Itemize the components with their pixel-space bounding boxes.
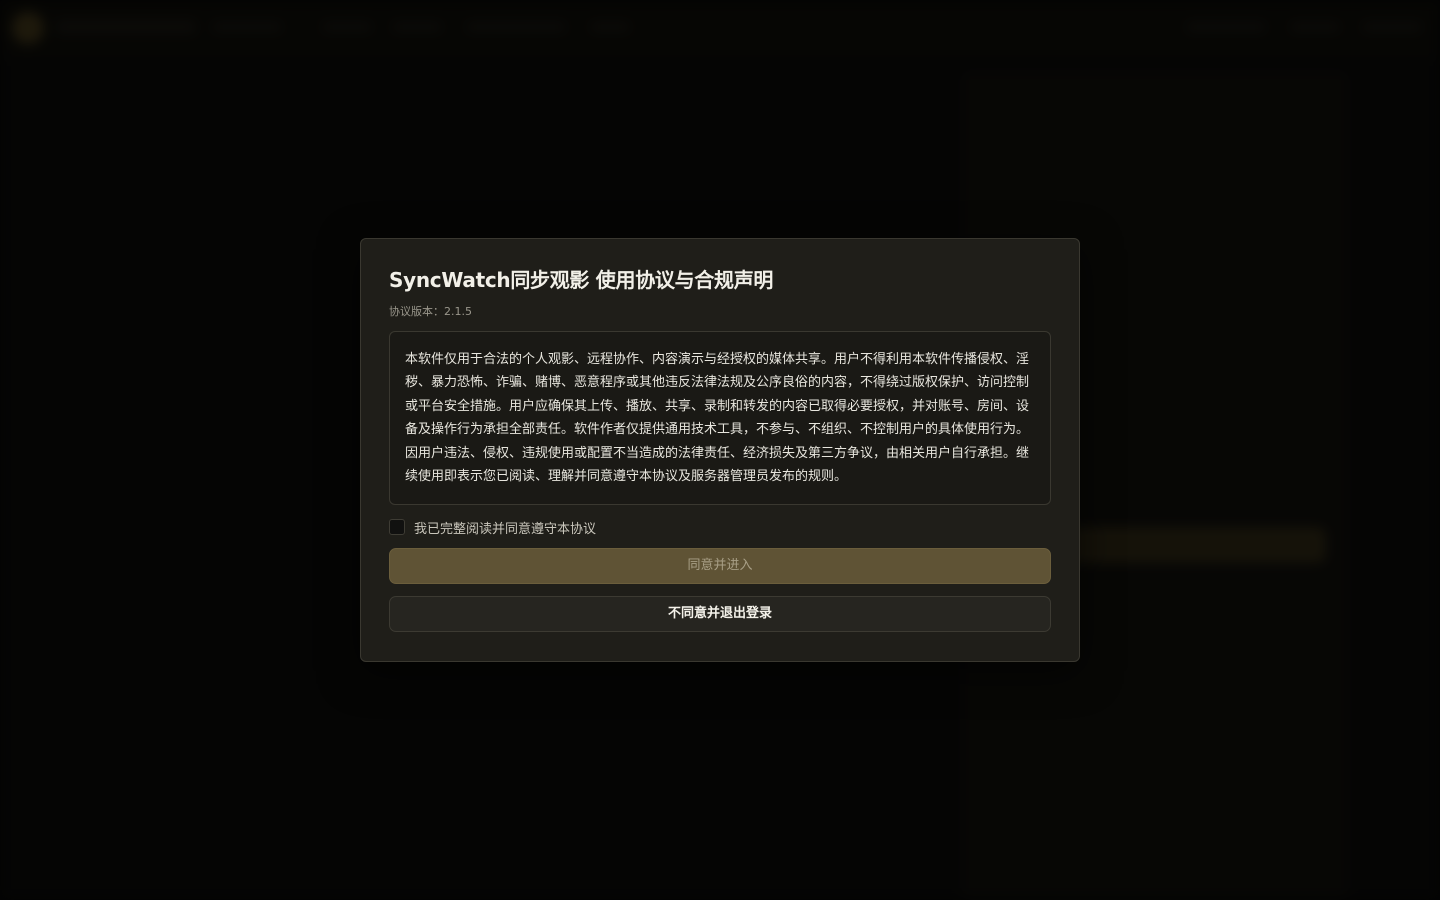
agreement-version: 协议版本：2.1.5 <box>389 305 472 318</box>
agreement-dialog: SyncWatch同步观影 使用协议与合规声明 协议版本：2.1.5 本软件仅用… <box>360 238 1080 662</box>
consent-checkbox[interactable] <box>389 519 405 535</box>
agree-button[interactable]: 同意并进入 <box>389 548 1051 584</box>
dialog-title: SyncWatch同步观影 使用协议与合规声明 <box>389 268 774 292</box>
decline-button[interactable]: 不同意并退出登录 <box>389 596 1051 632</box>
agreement-text: 本软件仅用于合法的个人观影、远程协作、内容演示与经授权的媒体共享。用户不得利用本… <box>389 331 1051 505</box>
consent-label[interactable]: 我已完整阅读并同意遵守本协议 <box>414 518 596 537</box>
consent-row[interactable]: 我已完整阅读并同意遵守本协议 <box>389 518 1051 537</box>
